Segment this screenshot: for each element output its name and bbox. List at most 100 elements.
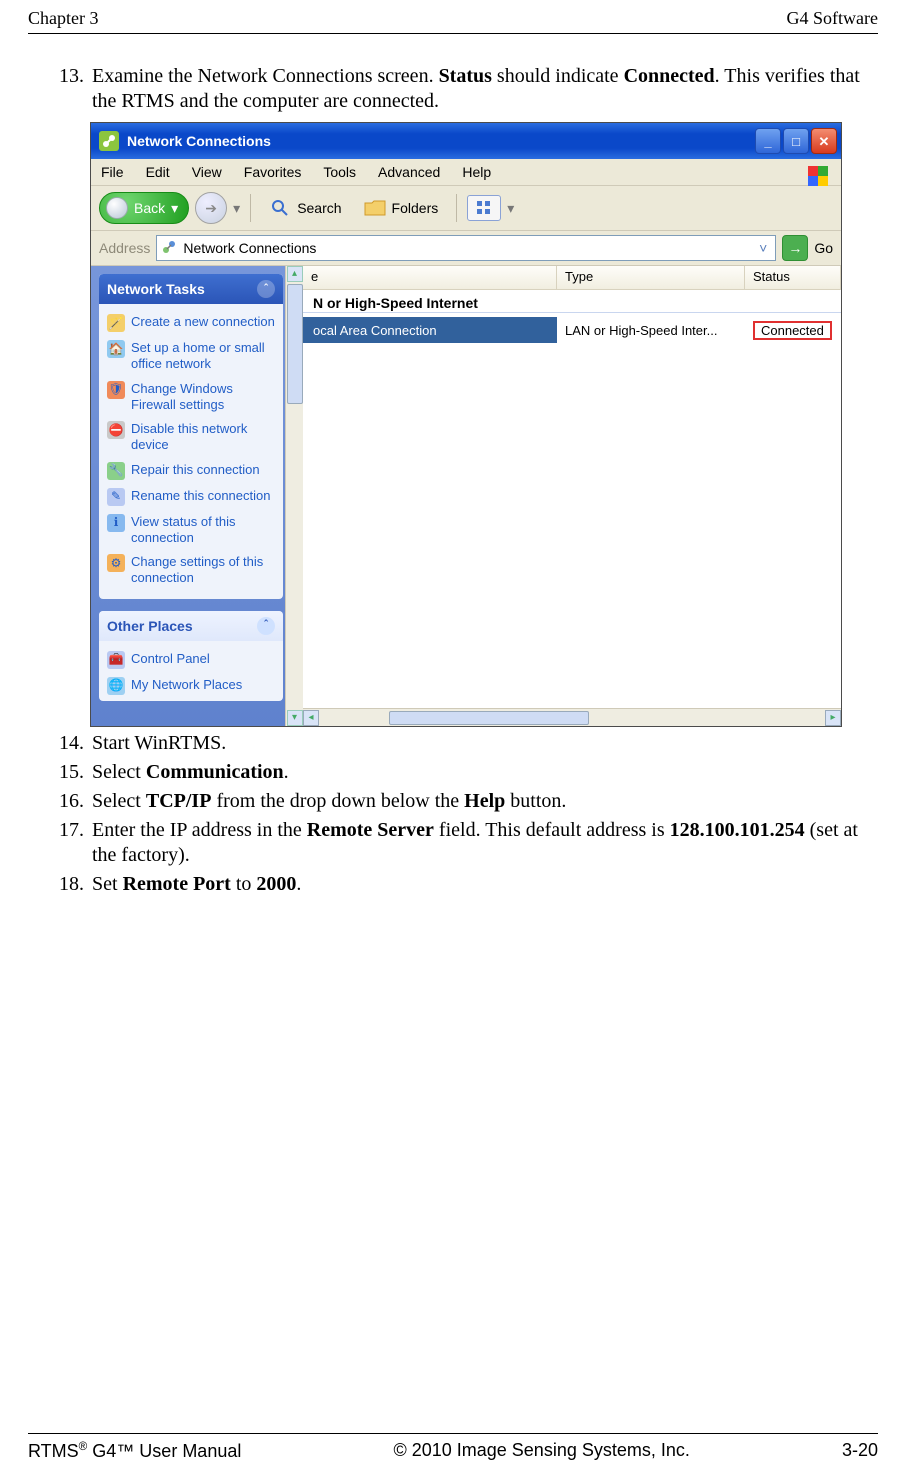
place-control-panel[interactable]: 🧰 Control Panel: [105, 647, 277, 673]
collapse-icon: ˆ: [257, 617, 275, 635]
task-label: Rename this connection: [131, 488, 270, 506]
menu-advanced[interactable]: Advanced: [378, 165, 440, 179]
views-button[interactable]: [467, 195, 501, 221]
task-view-status[interactable]: ℹView status of this connection: [105, 510, 277, 551]
menu-file[interactable]: File: [101, 165, 124, 179]
text: .: [284, 761, 289, 783]
menu-edit[interactable]: Edit: [146, 165, 170, 179]
back-arrow-icon: [106, 197, 128, 219]
chevron-down-icon: ▾: [171, 201, 178, 215]
repair-icon: 🔧: [107, 462, 125, 480]
step-16: 16. Select TCP/IP from the drop down bel…: [58, 789, 876, 814]
collapse-icon: ˆ: [257, 280, 275, 298]
step-17: 17. Enter the IP address in the Remote S…: [58, 818, 876, 868]
chevron-down-icon[interactable]: ˅: [755, 241, 771, 255]
chevron-down-icon[interactable]: ▾: [233, 201, 240, 215]
panel-header[interactable]: Network Tasks ˆ: [99, 274, 283, 304]
window-title: Network Connections: [127, 134, 271, 148]
step-13: 13. Examine the Network Connections scre…: [58, 64, 876, 114]
task-rename[interactable]: ✎Rename this connection: [105, 484, 277, 510]
app-icon: [99, 131, 119, 151]
folder-icon: [364, 197, 386, 219]
menu-help[interactable]: Help: [462, 165, 491, 179]
task-setup-network[interactable]: 🏠 Set up a home or small office network: [105, 336, 277, 377]
sidebar-scrollbar[interactable]: ▴ ▾: [285, 266, 303, 726]
text: from the drop down below the: [211, 790, 464, 812]
header-left: Chapter 3: [28, 8, 98, 29]
chevron-down-icon[interactable]: ▾: [507, 201, 514, 215]
text: G4™ User Manual: [87, 1441, 241, 1461]
step-body: Set Remote Port to 2000.: [92, 872, 876, 897]
step-body: Start WinRTMS.: [92, 731, 876, 756]
task-label: Control Panel: [131, 651, 210, 669]
bold-text: Remote Server: [307, 819, 434, 841]
row-name-cell: ocal Area Connection: [303, 317, 557, 343]
go-button[interactable]: →: [782, 235, 808, 261]
connection-row[interactable]: ocal Area Connection LAN or High-Speed I…: [303, 317, 841, 343]
task-firewall[interactable]: 🛡Change Windows Firewall settings: [105, 377, 277, 418]
text: should indicate: [492, 65, 624, 87]
back-button[interactable]: Back ▾: [99, 192, 189, 224]
bold-text: Remote Port: [123, 873, 231, 895]
row-name: ocal Area Connection: [313, 324, 437, 337]
folders-button[interactable]: Folders: [356, 193, 447, 223]
scroll-thumb[interactable]: [287, 284, 303, 404]
scroll-thumb[interactable]: [389, 711, 589, 725]
step-number: 16.: [58, 789, 92, 814]
minimize-button[interactable]: _: [755, 128, 781, 154]
forward-button[interactable]: ➔: [195, 192, 227, 224]
maximize-button[interactable]: □: [783, 128, 809, 154]
text: RTMS: [28, 1441, 79, 1461]
disable-icon: ⛔: [107, 421, 125, 439]
column-headers: e Type Status: [303, 266, 841, 290]
page-content: 13. Examine the Network Connections scre…: [0, 34, 906, 897]
bold-text: TCP/IP: [146, 790, 212, 812]
step-number: 15.: [58, 760, 92, 785]
titlebar[interactable]: Network Connections _ □ ✕: [91, 123, 841, 159]
scroll-right-icon[interactable]: ▸: [825, 710, 841, 726]
menu-favorites[interactable]: Favorites: [244, 165, 302, 179]
bold-text: Help: [464, 790, 505, 812]
text: Select: [92, 790, 146, 812]
step-number: 14.: [58, 731, 92, 756]
menu-tools[interactable]: Tools: [323, 165, 356, 179]
col-status[interactable]: Status: [745, 266, 841, 289]
step-body: Enter the IP address in the Remote Serve…: [92, 818, 876, 868]
registered-mark: ®: [79, 1440, 88, 1453]
scroll-track[interactable]: [319, 710, 825, 726]
task-label: Set up a home or small office network: [131, 340, 275, 373]
home-network-icon: 🏠: [107, 340, 125, 358]
task-disable-device[interactable]: ⛔Disable this network device: [105, 417, 277, 458]
step-list: 13. Examine the Network Connections scre…: [58, 64, 876, 114]
task-create-connection[interactable]: 🪄Create a new connection: [105, 310, 277, 336]
task-label: My Network Places: [131, 677, 242, 695]
control-panel-icon: 🧰: [107, 651, 125, 669]
address-input[interactable]: Network Connections ˅: [156, 235, 776, 261]
scroll-up-icon[interactable]: ▴: [287, 266, 303, 282]
task-repair[interactable]: 🔧Repair this connection: [105, 458, 277, 484]
bold-text: Communication: [146, 761, 284, 783]
text: Set: [92, 873, 123, 895]
footer-row: RTMS® G4™ User Manual © 2010 Image Sensi…: [28, 1434, 878, 1462]
screenshot-window: Network Connections _ □ ✕ File Edit View…: [90, 122, 842, 727]
scroll-left-icon[interactable]: ◂: [303, 710, 319, 726]
task-change-settings[interactable]: ⚙Change settings of this connection: [105, 550, 277, 591]
text: .: [296, 873, 301, 895]
close-button[interactable]: ✕: [811, 128, 837, 154]
horizontal-scrollbar[interactable]: ◂ ▸: [303, 708, 841, 726]
wizard-icon: 🪄: [107, 314, 125, 332]
step-number: 17.: [58, 818, 92, 868]
other-places-panel: Other Places ˆ 🧰 Control Panel 🌐My Networ…: [99, 611, 283, 701]
place-my-network[interactable]: 🌐My Network Places: [105, 673, 277, 699]
scroll-down-icon[interactable]: ▾: [287, 710, 303, 726]
search-button[interactable]: Search: [261, 193, 349, 223]
windows-flag-icon[interactable]: [801, 162, 835, 190]
task-label: Change settings of this connection: [131, 554, 275, 587]
panel-header[interactable]: Other Places ˆ: [99, 611, 283, 641]
back-label: Back: [134, 201, 165, 215]
col-name[interactable]: e: [303, 266, 557, 289]
menu-view[interactable]: View: [192, 165, 222, 179]
col-type[interactable]: Type: [557, 266, 745, 289]
folders-label: Folders: [392, 201, 439, 215]
step-body: Select TCP/IP from the drop down below t…: [92, 789, 876, 814]
